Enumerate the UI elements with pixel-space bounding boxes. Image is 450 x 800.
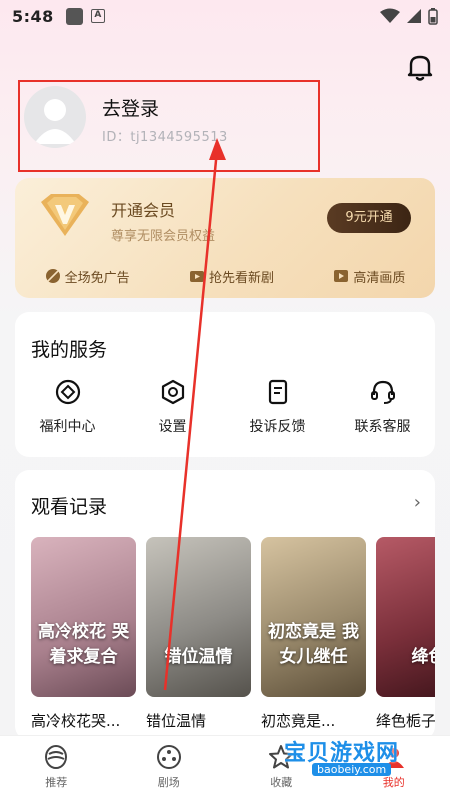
diamond-icon — [55, 379, 80, 405]
cover-text: 绛色 — [411, 647, 436, 667]
bell-icon[interactable] — [406, 52, 434, 82]
vip-perks: 全场免广告 抢先看新剧 高清画质 — [15, 262, 435, 290]
service-customer-support[interactable]: 联系客服 — [330, 378, 435, 436]
service-label: 福利中心 — [39, 419, 96, 435]
history-item[interactable]: 错位温情 错位温情 — [146, 537, 251, 731]
settings-hexagon-icon — [161, 379, 184, 405]
vip-card[interactable]: 开通会员 尊享无限会员权益 9元开通 全场免广告 抢先看新剧 高清画质 — [15, 178, 435, 298]
poster-title: 高冷校花哭... — [31, 712, 121, 730]
avatar[interactable] — [24, 86, 86, 148]
profile-icon — [383, 748, 404, 768]
poster-cover[interactable]: 错位温情 — [146, 537, 251, 697]
service-label: 投诉反馈 — [249, 419, 306, 435]
perk-label: 高清画质 — [353, 270, 406, 286]
services-title: 我的服务 — [31, 339, 108, 361]
perk-label: 抢先看新剧 — [208, 270, 274, 286]
login-link[interactable]: 去登录 — [102, 94, 159, 121]
service-feedback[interactable]: 投诉反馈 — [225, 378, 330, 436]
perk-early-access: 抢先看新剧 — [189, 267, 274, 286]
profile-header[interactable]: 去登录 ID：tj1344595513 — [18, 80, 320, 172]
notification-a-icon: A — [90, 9, 105, 23]
tab-mine[interactable]: 我的 — [338, 736, 450, 800]
tab-favorites[interactable]: 收藏 — [225, 736, 338, 800]
watch-history-title: 观看记录 — [31, 496, 108, 518]
poster-title: 错位温情 — [146, 712, 207, 730]
poster-title: 绛色栀子 — [376, 712, 435, 730]
no-ads-icon — [45, 269, 60, 283]
star-icon — [269, 745, 294, 769]
watch-history-card: 观看记录 › 高冷校花 哭着求复合 高冷校花哭... 错位温情 错位温情 初恋竟… — [15, 470, 435, 740]
service-label: 联系客服 — [354, 419, 411, 435]
perk-label: 全场免广告 — [64, 270, 130, 286]
poster-title: 初恋竟是... — [261, 712, 336, 730]
theater-icon — [156, 745, 181, 769]
status-bar: 5:48 A — [0, 0, 450, 32]
services-card: 我的服务 福利中心 设置 投诉反馈 联系客服 — [15, 312, 435, 457]
vip-subtitle: 尊享无限会员权益 — [111, 229, 216, 244]
status-time: 5:48 — [12, 6, 54, 26]
vip-crown-icon — [41, 194, 89, 236]
perk-hd: 高清画质 — [333, 267, 405, 286]
chevron-right-icon[interactable]: › — [414, 492, 421, 513]
poster-cover[interactable]: 绛色 — [376, 537, 435, 697]
history-item[interactable]: 绛色 绛色栀子 — [376, 537, 435, 731]
vip-open-button[interactable]: 9元开通 — [327, 203, 411, 233]
default-avatar-icon — [34, 99, 76, 144]
tab-theater[interactable]: 剧场 — [113, 736, 226, 800]
service-welfare-center[interactable]: 福利中心 — [15, 378, 120, 436]
poster-cover[interactable]: 高冷校花 哭着求复合 — [31, 537, 136, 697]
recommend-icon — [45, 745, 68, 769]
tab-label: 收藏 — [270, 776, 293, 789]
service-label: 设置 — [158, 419, 187, 435]
vip-title: 开通会员 — [111, 201, 176, 220]
notification-square-icon — [65, 7, 83, 25]
document-icon — [268, 379, 287, 405]
headset-icon — [370, 380, 395, 404]
wifi-icon — [380, 8, 400, 23]
history-item[interactable]: 高冷校花 哭着求复合 高冷校花哭... — [31, 537, 136, 731]
user-id: ID：tj1344595513 — [102, 130, 228, 145]
tab-label: 推荐 — [45, 776, 68, 789]
cover-text: 错位温情 — [164, 647, 233, 667]
poster-cover[interactable]: 初恋竟是 我女儿继任 — [261, 537, 366, 697]
cover-text: 高冷校花 哭着求复合 — [38, 622, 129, 667]
bottom-tab-bar: 推荐 剧场 收藏 我的 — [0, 735, 450, 800]
tab-recommend[interactable]: 推荐 — [0, 736, 113, 800]
tab-label: 我的 — [382, 776, 405, 789]
cover-text: 初恋竟是 我女儿继任 — [268, 622, 359, 667]
service-settings[interactable]: 设置 — [120, 378, 225, 436]
battery-icon — [428, 7, 438, 25]
signal-icon — [407, 9, 421, 23]
film-icon — [334, 270, 349, 282]
perk-no-ads: 全场免广告 — [45, 267, 130, 286]
history-item[interactable]: 初恋竟是 我女儿继任 初恋竟是... — [261, 537, 366, 731]
tv-icon — [189, 271, 204, 282]
tab-label: 剧场 — [157, 776, 180, 789]
